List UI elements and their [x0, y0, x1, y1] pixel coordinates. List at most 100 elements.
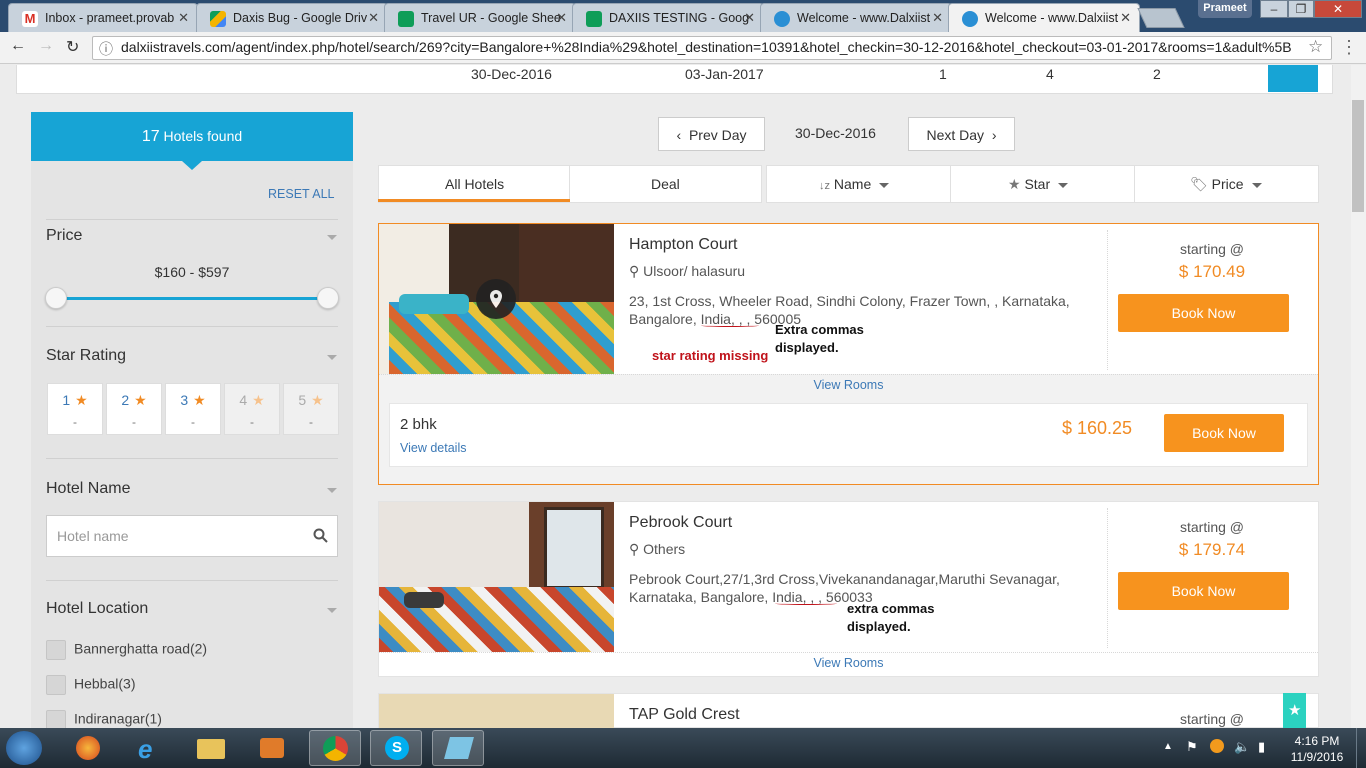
reset-all-link[interactable]: RESET ALL [268, 187, 334, 201]
price-slider-min-handle[interactable] [45, 287, 67, 309]
folder-icon [197, 739, 225, 759]
ie-taskbar-button[interactable]: e [124, 730, 176, 766]
hotel-name[interactable]: Hampton Court [629, 236, 738, 254]
media-taskbar-button[interactable] [246, 730, 298, 766]
forward-icon[interactable]: → [38, 37, 54, 55]
hotel-location-title[interactable]: Hotel Location [46, 600, 148, 618]
chevron-down-icon[interactable] [327, 488, 337, 493]
sort-by-name[interactable]: ↓z Name [819, 176, 890, 192]
hotel-photo[interactable] [379, 694, 614, 728]
star-rating-title[interactable]: Star Rating [46, 347, 126, 365]
close-icon[interactable]: ✕ [556, 10, 567, 26]
view-rooms-link[interactable]: View Rooms [379, 378, 1318, 392]
book-now-button[interactable]: Book Now [1118, 572, 1289, 610]
maximize-button[interactable]: ❐ [1288, 0, 1314, 18]
hotel-tabs [378, 165, 762, 203]
prev-day-button[interactable]: ‹ Prev Day [658, 117, 765, 151]
location-option[interactable]: Hebbal(3) [46, 675, 135, 695]
price-slider-track[interactable] [56, 297, 328, 300]
location-option[interactable]: Bannerghatta road(2) [46, 640, 207, 660]
star-filter-2[interactable]: 2 ★ - [106, 383, 162, 435]
skype-taskbar-button[interactable]: S [370, 730, 422, 766]
star-filter-4[interactable]: 4 ★ - [224, 383, 280, 435]
tab-deal[interactable]: Deal [651, 176, 680, 192]
hotel-photo[interactable] [379, 502, 614, 652]
room-book-now-button[interactable]: Book Now [1164, 414, 1284, 452]
star-filter-5[interactable]: 5 ★ - [283, 383, 339, 435]
tab-all-hotels[interactable]: All Hotels [445, 176, 504, 192]
close-icon[interactable]: ✕ [932, 10, 943, 26]
bookmark-star-icon[interactable]: ☆ [1308, 37, 1323, 57]
location-pin-icon: ⚲ [629, 541, 640, 557]
window-close-button[interactable]: ✕ [1314, 0, 1362, 18]
divider [1134, 165, 1135, 203]
map-pin-icon[interactable] [476, 279, 516, 319]
notes-taskbar-button[interactable] [432, 730, 484, 766]
minimize-button[interactable]: – [1260, 0, 1288, 18]
browser-tab-sheets-2[interactable]: DAXIIS TESTING - Goog ✕ [572, 3, 764, 32]
checkbox[interactable] [46, 675, 66, 695]
starting-label: starting @ [1179, 241, 1244, 257]
action-center-icon[interactable]: ⚑ [1186, 739, 1198, 755]
view-rooms-link[interactable]: View Rooms [379, 656, 1318, 670]
browser-tab-sheets[interactable]: Travel UR - Google Shee ✕ [384, 3, 576, 32]
tray-arrow-icon[interactable]: ▲ [1163, 741, 1173, 752]
tray-app-icon[interactable] [1210, 739, 1224, 753]
info-icon[interactable]: ⓘ [99, 39, 113, 59]
price-slider-max-handle[interactable] [317, 287, 339, 309]
system-clock[interactable]: 4:16 PM 11/9/2016 [1282, 733, 1352, 765]
close-icon[interactable]: ✕ [744, 10, 755, 26]
browser-tab-gmail[interactable]: M Inbox - prameet.provab ✕ [8, 3, 198, 32]
reload-icon[interactable]: ↻ [66, 37, 79, 57]
explorer-taskbar-button[interactable] [185, 730, 237, 766]
profile-button[interactable]: Prameet [1198, 0, 1252, 18]
star-filter-1[interactable]: 1 ★ - [47, 383, 103, 435]
search-icon[interactable] [313, 528, 328, 543]
close-icon[interactable]: ✕ [1120, 10, 1131, 26]
favorites-button[interactable]: ★ [1283, 693, 1306, 728]
star-filter-count: - [132, 415, 136, 429]
close-icon[interactable]: ✕ [178, 10, 189, 26]
back-icon[interactable]: ← [10, 37, 26, 55]
show-desktop-button[interactable] [1356, 728, 1366, 768]
star-filter-3[interactable]: 3 ★ - [165, 383, 221, 435]
chevron-down-icon[interactable] [327, 355, 337, 360]
browser-tab-welcome-active[interactable]: Welcome - www.Dalxiist ✕ [948, 3, 1140, 32]
tag-icon: 🏷 [1190, 176, 1208, 192]
star-icon: ★ [1008, 176, 1021, 192]
menu-icon[interactable]: ⋮ [1340, 37, 1358, 58]
firefox-taskbar-button[interactable] [63, 730, 115, 766]
modify-search-button[interactable] [1268, 65, 1318, 92]
star-icon: ★ [193, 392, 206, 408]
book-now-button[interactable]: Book Now [1118, 294, 1289, 332]
close-icon[interactable]: ✕ [368, 10, 379, 26]
address-line-1: Pebrook Court,27/1,3rd Cross,Vivekananda… [629, 571, 1060, 587]
hotel-name[interactable]: TAP Gold Crest [629, 706, 740, 724]
url-text[interactable]: dalxiistravels.com/agent/index.php/hotel… [121, 39, 1301, 55]
checkbox[interactable] [46, 640, 66, 660]
hotel-name-input[interactable]: Hotel name [46, 515, 338, 557]
chevron-down-icon[interactable] [327, 608, 337, 613]
hotel-name[interactable]: Pebrook Court [629, 514, 732, 532]
checkbox[interactable] [46, 710, 66, 730]
summary-checkin: 30-Dec-2016 [471, 66, 552, 82]
chevron-down-icon[interactable] [327, 235, 337, 240]
network-icon[interactable]: ▮ [1258, 739, 1265, 755]
scrollbar-thumb[interactable] [1352, 100, 1364, 212]
view-details-link[interactable]: View details [400, 441, 466, 455]
star-filter-label: 4 [239, 392, 248, 408]
browser-tab-drive[interactable]: Daxis Bug - Google Driv ✕ [196, 3, 388, 32]
chevron-left-icon: ‹ [676, 127, 682, 143]
sort-by-star[interactable]: ★ Star [1008, 176, 1069, 193]
location-option[interactable]: Indiranagar(1) [46, 710, 162, 730]
price-filter-title[interactable]: Price [46, 227, 82, 245]
volume-icon[interactable]: 🔈 [1234, 739, 1250, 755]
hotel-name-title[interactable]: Hotel Name [46, 480, 130, 498]
chrome-taskbar-button[interactable] [309, 730, 361, 766]
annotation-text: extra commas [847, 601, 935, 616]
browser-tab-welcome[interactable]: Welcome - www.Dalxiist ✕ [760, 3, 952, 32]
hotel-area-label: Others [643, 541, 686, 557]
start-button[interactable] [6, 731, 42, 765]
next-day-button[interactable]: Next Day › [908, 117, 1015, 151]
sort-by-price[interactable]: 🏷 Price [1190, 176, 1262, 193]
